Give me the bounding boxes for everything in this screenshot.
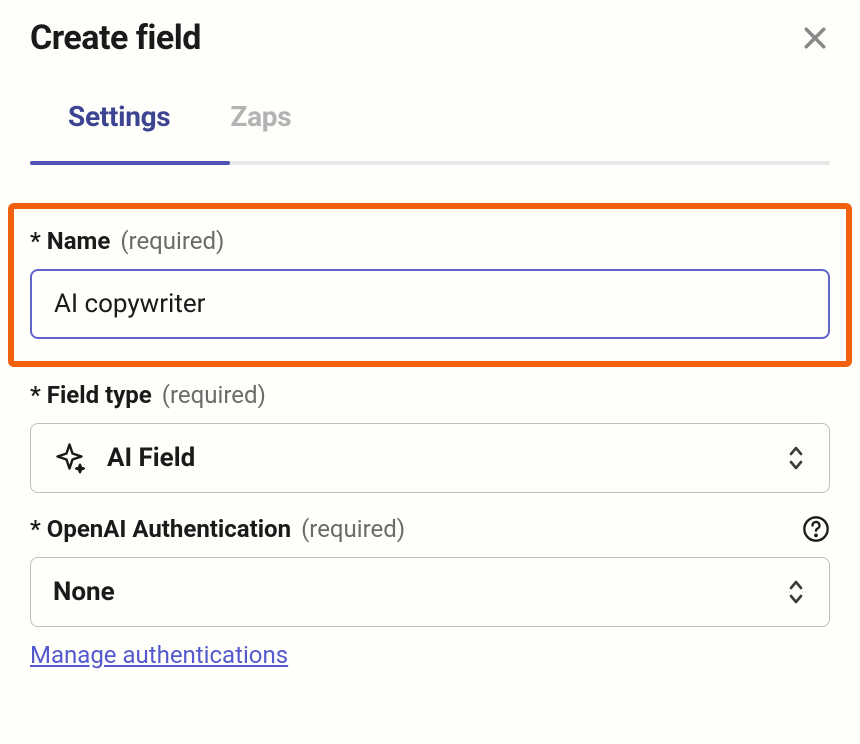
openai-label: OpenAI Authentication [47,515,291,543]
tab-underline [30,161,830,165]
tabs: Settings Zaps [30,100,830,161]
name-label-row: * Name (required) [30,227,830,255]
fieldtype-required-text: (required) [162,381,266,409]
dialog-title: Create field [30,18,201,58]
name-field-highlight: * Name (required) [8,203,852,367]
help-button[interactable] [802,515,830,543]
openai-auth-value: None [53,577,115,607]
openai-auth-select[interactable]: None [30,557,830,627]
fieldtype-label-row: * Field type (required) [30,381,830,409]
help-icon [802,515,830,543]
tab-settings[interactable]: Settings [68,100,170,161]
name-required-text: (required) [120,227,224,255]
close-button[interactable] [800,23,830,53]
openai-label-row: * OpenAI Authentication (required) [30,515,830,543]
name-input[interactable] [30,269,830,339]
openai-required-text: (required) [301,515,405,543]
required-asterisk: * [30,381,41,409]
sparkle-icon [53,440,89,476]
tab-underline-active [30,161,230,165]
chevron-updown-icon [785,577,807,607]
chevron-updown-icon [785,443,807,473]
fieldtype-label: Field type [47,381,152,409]
name-label: Name [47,227,111,255]
tab-zaps[interactable]: Zaps [230,100,291,161]
close-icon [800,23,830,53]
fieldtype-select[interactable]: AI Field [30,423,830,493]
required-asterisk: * [30,515,41,543]
required-asterisk: * [30,227,41,255]
manage-authentications-link[interactable]: Manage authentications [30,641,288,669]
fieldtype-value: AI Field [107,443,195,473]
